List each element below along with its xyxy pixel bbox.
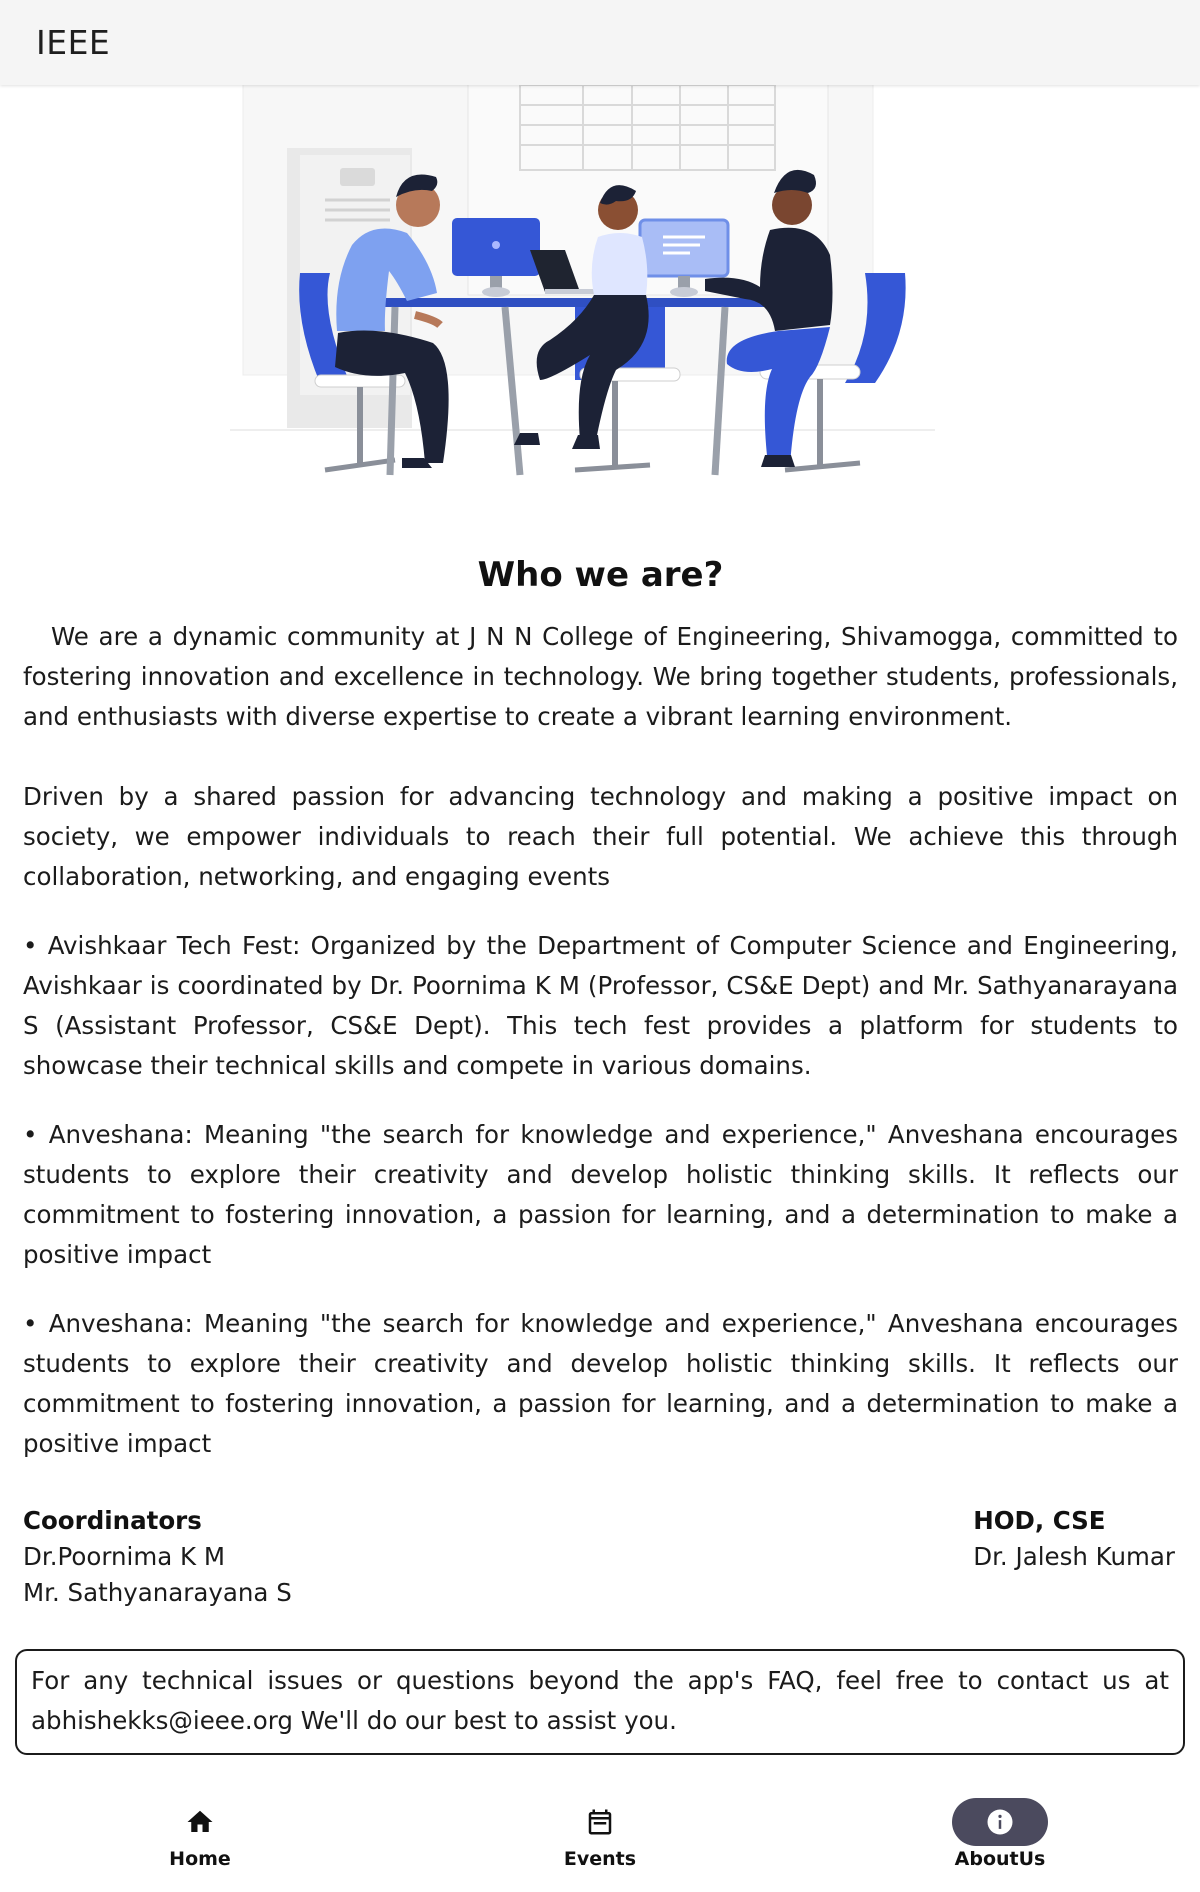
info-icon (987, 1809, 1013, 1835)
coordinator-name: Mr. Sathyanarayana S (23, 1578, 292, 1607)
app-bar: IEEE (0, 0, 1200, 85)
calendar-icon (588, 1809, 612, 1835)
hod-label: HOD, CSE (973, 1506, 1106, 1535)
bottom-navigation: Home Events AboutUs (0, 1778, 1200, 1892)
hero-illustration (0, 85, 1200, 495)
nav-home-indicator (152, 1798, 248, 1846)
nav-aboutus-active-indicator (952, 1798, 1048, 1846)
hod-name: Dr. Jalesh Kumar (973, 1542, 1175, 1571)
page-title: Who we are? (477, 555, 724, 595)
event-paragraph-avishkaar: • Avishkaar Tech Fest: Organized by the … (23, 931, 1178, 1080)
nav-home-label: Home (169, 1848, 231, 1870)
nav-home[interactable]: Home (0, 1778, 400, 1892)
nav-events[interactable]: Events (400, 1778, 800, 1892)
app-title: IEEE (36, 23, 111, 62)
coordinator-name: Dr.Poornima K M (23, 1542, 225, 1571)
coordinators-block: Coordinators Dr.Poornima K M Mr. Sathyan… (23, 1503, 292, 1611)
team-working-illustration (230, 85, 935, 476)
event-paragraph-anveshana-repeat: • Anveshana: Meaning "the search for kno… (23, 1309, 1178, 1458)
nav-aboutus-label: AboutUs (954, 1848, 1046, 1870)
home-icon (187, 1810, 213, 1832)
contacts-section: Coordinators Dr.Poornima K M Mr. Sathyan… (23, 1503, 1178, 1611)
contact-support-box: For any technical issues or questions be… (15, 1649, 1185, 1755)
coordinators-label: Coordinators (23, 1506, 202, 1535)
nav-events-indicator (552, 1798, 648, 1846)
nav-aboutus[interactable]: AboutUs (800, 1778, 1200, 1892)
intro-paragraph: We are a dynamic community at J N N Coll… (23, 622, 1178, 731)
nav-events-label: Events (563, 1848, 637, 1870)
mission-paragraph: Driven by a shared passion for advancing… (23, 782, 1178, 891)
event-paragraph-anveshana: • Anveshana: Meaning "the search for kno… (23, 1120, 1178, 1269)
about-content: Who we are? We are a dynamic community a… (23, 555, 1178, 1464)
hod-block: HOD, CSE Dr. Jalesh Kumar (973, 1503, 1175, 1611)
